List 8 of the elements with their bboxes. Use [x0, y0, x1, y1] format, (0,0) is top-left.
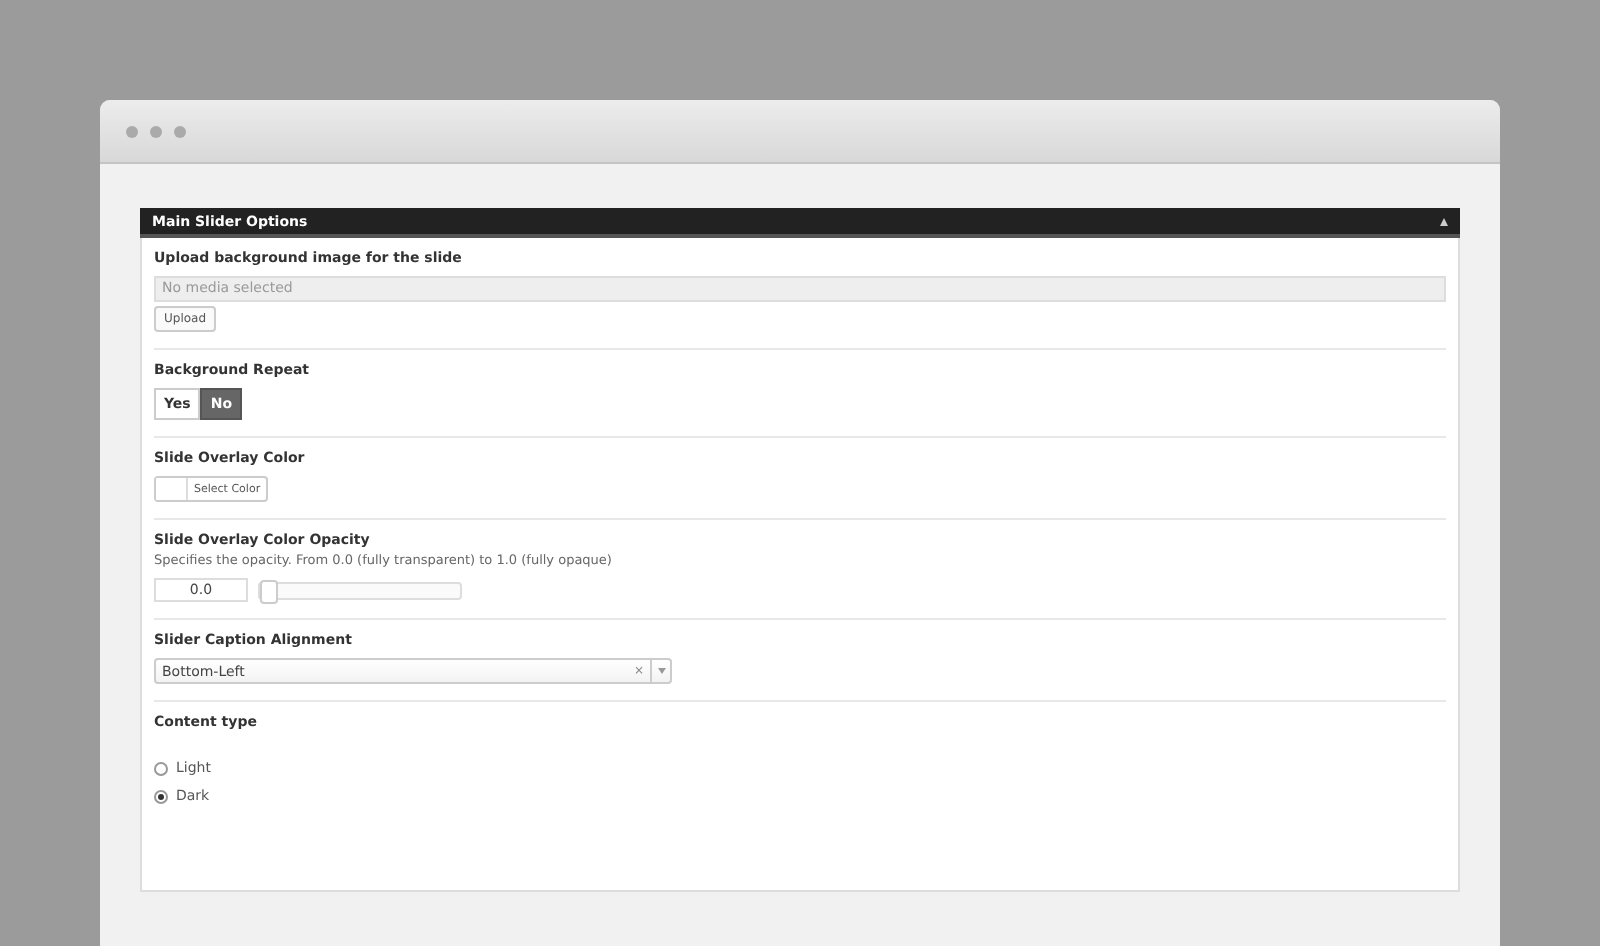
window-dot-icon[interactable] — [174, 125, 186, 137]
dropdown-arrow-icon[interactable] — [650, 660, 670, 682]
window-dot-icon[interactable] — [126, 125, 138, 137]
radio-button[interactable] — [154, 761, 168, 775]
window-dot-icon[interactable] — [150, 125, 162, 137]
collapse-icon[interactable] — [1440, 217, 1448, 225]
slider-thumb[interactable] — [260, 579, 278, 603]
radio-button[interactable] — [154, 789, 168, 803]
